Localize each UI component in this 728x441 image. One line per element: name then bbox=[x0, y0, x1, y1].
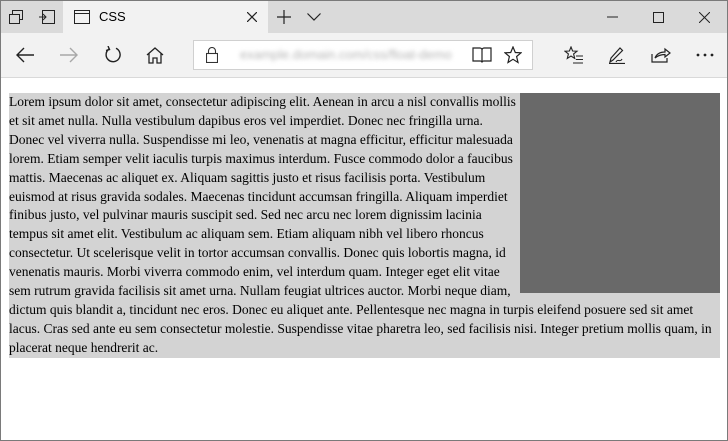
minimize-button[interactable] bbox=[589, 1, 635, 33]
forward-button[interactable] bbox=[49, 33, 89, 77]
tab-manager-icon bbox=[9, 10, 23, 24]
set-aside-tabs-icon bbox=[39, 10, 55, 24]
star-icon[interactable] bbox=[504, 46, 522, 64]
pen-icon bbox=[609, 47, 625, 64]
refresh-icon bbox=[105, 46, 121, 63]
refresh-button[interactable] bbox=[93, 33, 133, 77]
url-text[interactable]: example.domain.com/css/float-demo bbox=[240, 47, 452, 62]
home-icon bbox=[146, 46, 164, 64]
tab-manager-button[interactable] bbox=[1, 1, 31, 33]
paragraph-container: Lorem ipsum dolor sit amet, consectetur … bbox=[9, 93, 720, 358]
tab-preview-button[interactable] bbox=[300, 1, 328, 33]
ellipsis-icon bbox=[696, 53, 714, 57]
set-aside-tabs-button[interactable] bbox=[31, 1, 63, 33]
page-icon bbox=[74, 10, 90, 24]
minimize-icon bbox=[606, 16, 618, 18]
close-tab-icon[interactable] bbox=[247, 12, 257, 22]
more-button[interactable] bbox=[685, 33, 725, 77]
arrow-left-icon bbox=[16, 47, 34, 63]
navigation-toolbar: example.domain.com/css/float-demo bbox=[1, 33, 727, 78]
reading-view-icon[interactable] bbox=[472, 47, 492, 63]
favorites-hub-icon bbox=[564, 46, 583, 64]
arrow-right-icon bbox=[60, 47, 78, 63]
maximize-button[interactable] bbox=[635, 1, 681, 33]
favorites-hub-button[interactable] bbox=[554, 33, 594, 77]
browser-window: CSS example.domain.com/css/float-demo Lo… bbox=[0, 0, 728, 441]
floated-gray-box bbox=[520, 93, 720, 293]
maximize-icon bbox=[652, 11, 664, 23]
back-button[interactable] bbox=[5, 33, 45, 77]
chevron-down-icon bbox=[307, 13, 321, 21]
close-window-button[interactable] bbox=[681, 1, 727, 33]
plus-icon bbox=[277, 10, 291, 24]
lock-icon bbox=[206, 47, 218, 63]
address-bar[interactable]: example.domain.com/css/float-demo bbox=[193, 40, 533, 70]
close-icon bbox=[698, 11, 710, 23]
new-tab-button[interactable] bbox=[268, 1, 300, 33]
page-content: Lorem ipsum dolor sit amet, consectetur … bbox=[1, 78, 727, 440]
web-note-button[interactable] bbox=[597, 33, 637, 77]
share-icon bbox=[651, 47, 671, 63]
home-button[interactable] bbox=[135, 33, 175, 77]
share-button[interactable] bbox=[641, 33, 681, 77]
tab-title: CSS bbox=[99, 9, 126, 24]
tab-css[interactable]: CSS bbox=[63, 1, 268, 33]
title-bar: CSS bbox=[1, 1, 727, 33]
